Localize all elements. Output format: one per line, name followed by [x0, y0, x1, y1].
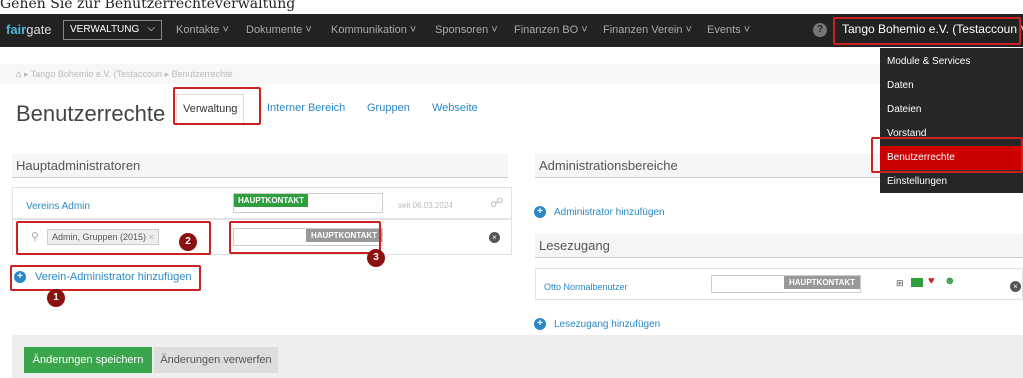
menu-kommunikation[interactable]: Kommunikation ˅ — [331, 24, 416, 36]
highlight-benutzerrechte — [871, 137, 1023, 173]
breadcrumb-current: Benutzerrechte — [171, 69, 233, 79]
admin-name-link[interactable]: Vereins Admin — [26, 201, 90, 212]
tab-gruppen[interactable]: Gruppen — [367, 102, 410, 114]
logo[interactable]: fairgate — [6, 22, 52, 37]
users-icon[interactable]: ☻ — [944, 275, 956, 287]
page-title: Benutzerrechte — [16, 101, 166, 126]
menu-finanzen-verein[interactable]: Finanzen Verein ˅ — [603, 24, 692, 36]
instruction-text: Gehen Sie zur Benutzerrechteverwaltung — [0, 0, 296, 12]
heart-icon[interactable]: ♥ — [928, 275, 935, 287]
menu-finanzen-bo[interactable]: Finanzen BO ˅ — [514, 24, 588, 36]
since-date: seit 06.03.2024 — [398, 201, 453, 210]
section-lesezugang: Lesezugang — [535, 234, 1023, 258]
dd-module-services[interactable]: Module & Services — [880, 50, 1023, 74]
footer-bar: Änderungen speichern Änderungen verwerfe… — [12, 335, 1023, 378]
logo-gate: gate — [26, 22, 52, 37]
admin-row-1: Vereins Admin HAUPTKONTAKT seit 06.03.20… — [12, 187, 512, 219]
logo-fair: fair — [6, 22, 27, 37]
tab-interner-bereich[interactable]: Interner Bereich — [267, 102, 345, 114]
hauptkontakt-badge: HAUPTKONTAKT — [234, 194, 309, 207]
save-button[interactable]: Änderungen speichern — [24, 347, 152, 373]
hauptkontakt-field-3[interactable]: HAUPTKONTAKT — [711, 275, 861, 293]
highlight-account — [833, 17, 1021, 45]
help-icon[interactable]: ? — [813, 23, 827, 37]
plus-icon-admin[interactable]: + — [534, 206, 546, 218]
remove-row-icon[interactable]: × — [489, 232, 500, 243]
highlight-add-admin — [10, 265, 201, 291]
highlight-tab-verwaltung — [173, 87, 261, 125]
add-administrator-link[interactable]: Administrator hinzufügen — [554, 207, 665, 218]
step-number-2: 2 — [179, 233, 197, 251]
dd-daten[interactable]: Daten — [880, 74, 1023, 98]
remove-lesezugang-icon[interactable]: × — [1010, 281, 1021, 292]
lesezugang-name-link[interactable]: Otto Normalbenutzer — [544, 282, 628, 292]
step-number-1: 1 — [47, 289, 65, 307]
lesezugang-row: Otto Normalbenutzer HAUPTKONTAKT ⊞ ♥ ☻ × — [535, 268, 1023, 300]
section-hauptadministratoren: Hauptadministratoren — [12, 154, 508, 178]
lock-icon: ☍ — [490, 195, 504, 210]
menu-kontakte[interactable]: Kontakte ˅ — [176, 24, 229, 36]
highlight-hauptkontakt — [229, 221, 381, 254]
expand-icon[interactable]: ⊞ — [896, 278, 904, 289]
section-administrationsbereiche: Administrationsbereiche — [535, 154, 885, 178]
app-select-label: VERWALTUNG — [70, 24, 140, 35]
plus-icon-lesezugang[interactable]: + — [534, 318, 546, 330]
home-icon[interactable]: ⌂ — [16, 69, 21, 79]
breadcrumb: ⌂ ▸ Tango Bohemio e.V. (Testaccoun ▸ Ben… — [0, 64, 1023, 84]
chevron-down-icon: ⌵ — [147, 23, 155, 34]
tab-webseite[interactable]: Webseite — [432, 102, 478, 114]
add-lesezugang-link[interactable]: Lesezugang hinzufügen — [554, 319, 660, 330]
breadcrumb-org[interactable]: Tango Bohemio e.V. (Testaccoun — [31, 69, 162, 79]
money-icon[interactable] — [911, 278, 923, 287]
dd-einstellungen[interactable]: Einstellungen — [880, 170, 1023, 194]
discard-button[interactable]: Änderungen verwerfen — [154, 347, 278, 373]
hauptkontakt-field[interactable]: HAUPTKONTAKT — [233, 193, 383, 213]
menu-sponsoren[interactable]: Sponsoren ˅ — [435, 24, 498, 36]
app-select[interactable]: VERWALTUNG ⌵ — [63, 20, 162, 40]
dd-dateien[interactable]: Dateien — [880, 98, 1023, 122]
main-content: ⌂ ▸ Tango Bohemio e.V. (Testaccoun ▸ Ben… — [0, 47, 1023, 378]
menu-events[interactable]: Events ˅ — [707, 24, 750, 36]
menu-dokumente[interactable]: Dokumente ˅ — [246, 24, 312, 36]
step-number-3: 3 — [367, 249, 385, 267]
hauptkontakt-badge-3[interactable]: HAUPTKONTAKT — [784, 276, 861, 289]
